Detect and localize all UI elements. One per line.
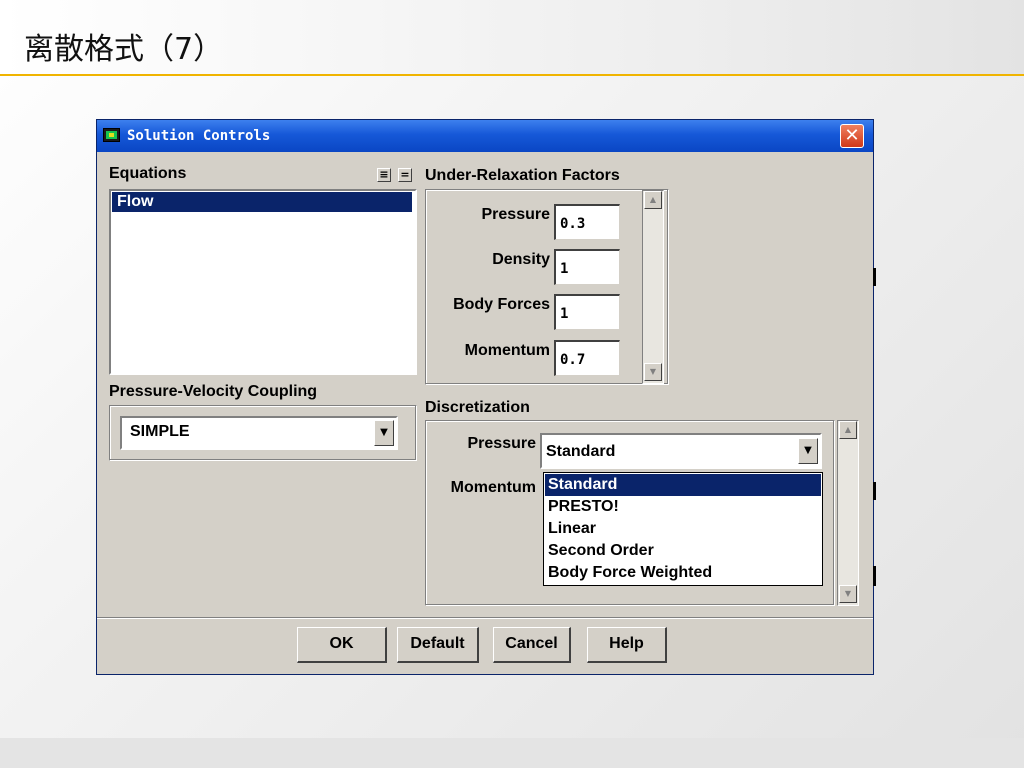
chevron-down-icon[interactable]: ▼ bbox=[374, 420, 394, 446]
urf-momentum-input[interactable]: 0.7 bbox=[554, 340, 620, 376]
slide-header: 离散格式（7） bbox=[0, 0, 1024, 76]
dropdown-option-linear[interactable]: Linear bbox=[545, 518, 821, 540]
urf-body-forces-input[interactable]: 1 bbox=[554, 294, 620, 330]
chevron-down-icon[interactable]: ▼ bbox=[798, 438, 818, 464]
pv-coupling-group: SIMPLE ▼ bbox=[109, 405, 417, 461]
pv-coupling-label: Pressure-Velocity Coupling bbox=[109, 383, 318, 400]
list-item-flow[interactable]: Flow bbox=[112, 192, 412, 212]
equations-label: Equations bbox=[109, 165, 187, 182]
momentum-dropdown-list[interactable]: Standard PRESTO! Linear Second Order Bod… bbox=[543, 472, 823, 586]
urf-pressure-label: Pressure bbox=[481, 206, 551, 223]
pv-coupling-select[interactable]: SIMPLE ▼ bbox=[120, 416, 398, 450]
deselect-all-equations-button[interactable]: = bbox=[398, 168, 412, 182]
scroll-up-icon[interactable]: ▲ bbox=[839, 421, 857, 439]
edge-mark bbox=[873, 268, 876, 286]
ok-button[interactable]: OK bbox=[297, 627, 387, 663]
dropdown-option-second-order[interactable]: Second Order bbox=[545, 540, 821, 562]
pv-coupling-value: SIMPLE bbox=[130, 423, 190, 440]
disc-momentum-label: Momentum bbox=[450, 479, 536, 496]
edge-mark bbox=[873, 566, 876, 586]
solution-controls-dialog: Solution Controls ✕ Equations ≡ = Flow P… bbox=[96, 119, 874, 675]
urf-momentum-label: Momentum bbox=[464, 342, 550, 359]
urf-density-input[interactable]: 1 bbox=[554, 249, 620, 285]
discretization-label: Discretization bbox=[425, 399, 530, 416]
close-button[interactable]: ✕ bbox=[840, 124, 864, 148]
scroll-down-icon[interactable]: ▼ bbox=[839, 585, 857, 603]
urf-pressure-input[interactable]: 0.3 bbox=[554, 204, 620, 240]
disc-pressure-select[interactable]: Standard ▼ bbox=[540, 433, 822, 469]
equations-list[interactable]: Flow bbox=[109, 189, 417, 375]
help-button[interactable]: Help bbox=[587, 627, 667, 663]
scroll-up-icon[interactable]: ▲ bbox=[644, 191, 662, 209]
select-all-equations-button[interactable]: ≡ bbox=[377, 168, 391, 182]
urf-body-forces-label: Body Forces bbox=[453, 296, 550, 313]
dialog-titlebar[interactable]: Solution Controls ✕ bbox=[97, 120, 873, 152]
scroll-down-icon[interactable]: ▼ bbox=[644, 363, 662, 381]
default-button[interactable]: Default bbox=[397, 627, 479, 663]
dropdown-option-standard[interactable]: Standard bbox=[545, 474, 821, 496]
discretization-scrollbar[interactable]: ▲ ▼ bbox=[837, 420, 859, 606]
fluent-app-icon bbox=[103, 128, 120, 142]
slide-footer-band bbox=[0, 738, 1024, 768]
button-row-separator bbox=[97, 617, 873, 619]
dropdown-option-body-force-weighted[interactable]: Body Force Weighted bbox=[545, 562, 821, 584]
disc-pressure-value: Standard bbox=[546, 443, 616, 460]
urf-label: Under-Relaxation Factors bbox=[425, 167, 620, 184]
slide-title: 离散格式（7） bbox=[24, 32, 224, 67]
urf-density-label: Density bbox=[492, 251, 550, 268]
dropdown-option-presto[interactable]: PRESTO! bbox=[545, 496, 821, 518]
edge-mark bbox=[873, 482, 876, 500]
disc-pressure-label: Pressure bbox=[467, 435, 537, 452]
dialog-title: Solution Controls bbox=[127, 128, 271, 144]
urf-scrollbar[interactable]: ▲ ▼ bbox=[642, 190, 664, 384]
cancel-button[interactable]: Cancel bbox=[493, 627, 571, 663]
urf-group: Pressure 0.3 Density 1 Body Forces 1 Mom… bbox=[425, 189, 669, 385]
